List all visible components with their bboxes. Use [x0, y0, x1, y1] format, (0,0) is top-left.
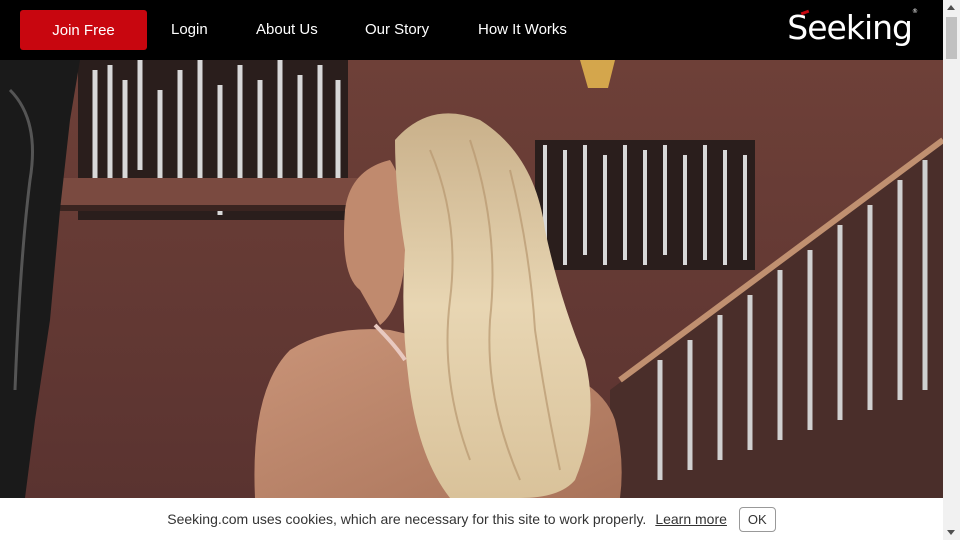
hero-photo-illustration: [0, 60, 943, 498]
logo-text: Seeking: [787, 8, 913, 47]
scrollbar-thumb[interactable]: [946, 17, 957, 59]
top-navbar: Join Free Login About Us Our Story How I…: [0, 0, 943, 60]
seeking-logo[interactable]: Seeking®: [787, 8, 918, 47]
how-it-works-link[interactable]: How It Works: [478, 21, 567, 38]
cookie-ok-button[interactable]: OK: [738, 506, 776, 532]
join-free-button[interactable]: Join Free: [20, 10, 147, 50]
our-story-link[interactable]: Our Story: [365, 21, 429, 38]
scroll-down-arrow-icon[interactable]: [947, 530, 955, 535]
hero-image: [0, 60, 943, 498]
learn-more-link[interactable]: Learn more: [655, 511, 727, 527]
about-us-link[interactable]: About Us: [256, 21, 318, 38]
vertical-scrollbar[interactable]: [943, 0, 960, 540]
cookie-message: Seeking.com uses cookies, which are nece…: [167, 511, 647, 527]
cookie-banner: Seeking.com uses cookies, which are nece…: [0, 498, 943, 540]
logo-registered-mark: ®: [912, 8, 918, 15]
scroll-up-arrow-icon[interactable]: [947, 5, 955, 10]
login-link[interactable]: Login: [171, 21, 208, 38]
